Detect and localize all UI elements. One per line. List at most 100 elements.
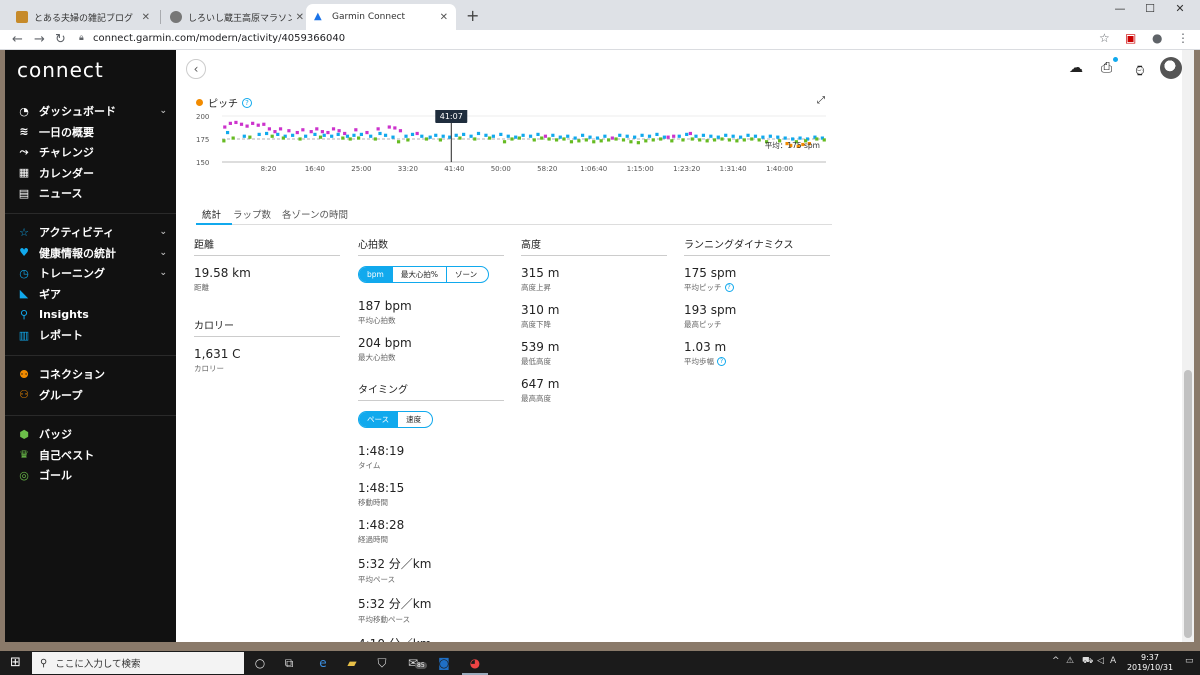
pitch-point <box>502 140 507 144</box>
elevation-heading: 高度 <box>521 236 667 256</box>
pitch-point <box>640 133 644 137</box>
chart-header: ピッチ ? <box>196 95 252 110</box>
store-icon[interactable]: ⛉ <box>373 654 391 672</box>
browser-toolbar: ← → ↻ 🔒︎ connect.garmin.com/modern/activ… <box>0 30 1200 50</box>
pitch-chart[interactable]: 200 175 150 8:20 16:40 25:00 33:20 41:40 50:00 58… <box>194 110 830 174</box>
file-explorer-icon[interactable]: ▰ <box>343 654 361 672</box>
sidebar-item-group[interactable]: ⚇ グループ <box>17 386 167 404</box>
profile-icon[interactable]: ● <box>1152 31 1162 45</box>
y-tick-label: 200 <box>196 113 209 121</box>
new-tab-icon[interactable]: + <box>466 6 479 25</box>
sidebar-item-heart[interactable]: ♥ 健康情報の統計 ⌄ <box>17 244 167 262</box>
sidebar-item-badge[interactable]: ⬢ バッジ <box>17 425 167 443</box>
taskbar-clock[interactable]: 9:37 2019/10/31 <box>1120 653 1180 673</box>
toggle-speed[interactable]: 速度 <box>397 412 429 427</box>
menu-kebab-icon[interactable]: ⋮ <box>1177 31 1189 45</box>
pitch-point <box>458 136 462 140</box>
close-tab-icon[interactable]: ✕ <box>440 12 448 23</box>
pitch-point <box>304 134 308 138</box>
stat-item: 310 m 高度下降 <box>521 303 667 330</box>
help-icon[interactable]: ? <box>724 283 734 292</box>
sidebar-item-challenge[interactable]: ⤳ チャレンジ <box>17 143 167 161</box>
sidebar-item-label: Insights <box>39 307 89 321</box>
watch-icon[interactable]: ⌚︎ <box>1133 60 1147 81</box>
pitch-point <box>369 134 373 138</box>
site-favicon-icon <box>170 11 182 23</box>
browser-tab-blog[interactable]: とある夫婦の雑記ブログ ✕ <box>8 4 158 30</box>
toggle-max-hr-percent[interactable]: 最大心拍% <box>391 267 446 282</box>
pitch-point <box>536 132 540 136</box>
sidebar-item-shoe[interactable]: ◣ ギア <box>17 285 167 303</box>
taskbar-search-box[interactable]: ⚲ ここに入力して検索 <box>32 652 244 674</box>
back-button[interactable]: ‹ <box>186 59 206 79</box>
sidebar-item-trophy[interactable]: ♛ 自己ベスト <box>17 446 167 464</box>
sidebar-item-lightbulb[interactable]: ⚲ Insights <box>17 305 167 323</box>
tab-stats[interactable]: 統計 <box>202 207 221 221</box>
sidebar-item-stopwatch[interactable]: ◷ トレーニング ⌄ <box>17 264 167 282</box>
bookmark-star-icon[interactable]: ☆ <box>1099 31 1110 45</box>
address-bar[interactable]: connect.garmin.com/modern/activity/40593… <box>93 33 345 44</box>
browser-tab-garmin[interactable]: ▲ Garmin Connect ✕ <box>306 4 456 30</box>
volume-icon[interactable]: ◁ <box>1097 656 1104 666</box>
pitch-point <box>709 134 713 138</box>
extension-icon[interactable]: ▣ <box>1125 31 1136 45</box>
stat-item: 1:48:28 経過時間 <box>358 518 504 545</box>
maximize-icon[interactable]: ☐ <box>1135 2 1165 15</box>
chrome-icon[interactable]: ◕ <box>462 654 488 675</box>
sidebar-item-people[interactable]: ⚉ コネクション <box>17 365 167 383</box>
tray-icon[interactable]: ⛟ <box>1082 656 1093 667</box>
sidebar-item-goal[interactable]: ◎ ゴール <box>17 466 167 484</box>
badge-icon: ⬢ <box>19 427 29 441</box>
back-arrow-icon[interactable]: ← <box>12 32 23 47</box>
reload-icon[interactable]: ↻ <box>55 32 66 47</box>
chevron-down-icon[interactable]: ⌄ <box>159 268 167 278</box>
expand-icon[interactable]: ⤢ <box>817 95 825 106</box>
outlook-icon[interactable]: ◙ <box>435 654 453 672</box>
task-view-icon[interactable]: ⧉ <box>280 654 298 672</box>
sidebar-item-activity[interactable]: ☆ アクティビティ ⌄ <box>17 223 167 241</box>
upload-cloud-icon[interactable]: ☁ <box>1069 60 1083 76</box>
forward-arrow-icon[interactable]: → <box>34 32 45 47</box>
sidebar-item-news[interactable]: ▤ ニュース <box>17 184 167 202</box>
cortana-icon[interactable]: ○ <box>251 654 269 672</box>
sidebar-item-layers[interactable]: ≋ 一日の概要 <box>17 123 167 141</box>
pitch-point <box>724 133 728 137</box>
toggle-zone[interactable]: ゾーン <box>445 267 485 282</box>
network-off-icon[interactable]: ⚠ <box>1066 656 1074 666</box>
minimize-icon[interactable]: — <box>1105 2 1135 15</box>
sidebar-item-dashboard[interactable]: ◔ ダッシュボード ⌄ <box>17 102 167 120</box>
close-tab-icon[interactable]: ✕ <box>296 12 304 23</box>
chevron-down-icon[interactable]: ⌄ <box>159 106 167 116</box>
help-icon[interactable]: ? <box>242 97 252 108</box>
pitch-point <box>595 136 600 140</box>
x-tick-label: 16:40 <box>305 165 325 173</box>
edge-icon[interactable]: e <box>314 654 332 672</box>
sidebar-item-calendar[interactable]: ▦ カレンダー <box>17 164 167 182</box>
browser-tab-marathon[interactable]: しろいし蔵王高原マラソン大会要項 ✕ <box>162 4 312 30</box>
close-window-icon[interactable]: ✕ <box>1165 2 1195 15</box>
pitch-point <box>746 133 750 137</box>
language-icon[interactable]: A <box>1110 656 1116 666</box>
inbox-icon[interactable]: ⎙ <box>1101 60 1112 76</box>
help-icon[interactable]: ? <box>717 357 726 366</box>
pitch-point <box>262 122 266 126</box>
toggle-pace[interactable]: ペース <box>359 412 398 427</box>
stat-value: 1:48:15 <box>358 481 405 495</box>
connect-logo[interactable]: connect <box>17 58 104 82</box>
sidebar-item-bar-chart[interactable]: ▥ レポート <box>17 326 167 344</box>
chevron-down-icon[interactable]: ⌄ <box>159 248 167 258</box>
tray-chevron-icon[interactable]: ^ <box>1052 656 1060 666</box>
close-tab-icon[interactable]: ✕ <box>142 12 150 23</box>
scrollbar-thumb[interactable] <box>1184 370 1192 638</box>
tab-laps[interactable]: ラップ数 <box>233 207 271 221</box>
windows-start-icon[interactable]: ⊞ <box>10 655 21 670</box>
pitch-point <box>393 126 397 130</box>
tab-zones[interactable]: 各ゾーンの時間 <box>282 207 348 221</box>
notification-center-icon[interactable]: ▭ <box>1185 656 1194 666</box>
pitch-point <box>396 140 401 144</box>
page-scrollbar[interactable] <box>1182 50 1194 642</box>
chevron-down-icon[interactable]: ⌄ <box>159 227 167 237</box>
avatar[interactable] <box>1160 57 1182 79</box>
stat-label: 移動時間 <box>358 498 388 507</box>
toggle-bpm[interactable]: bpm <box>359 267 392 282</box>
